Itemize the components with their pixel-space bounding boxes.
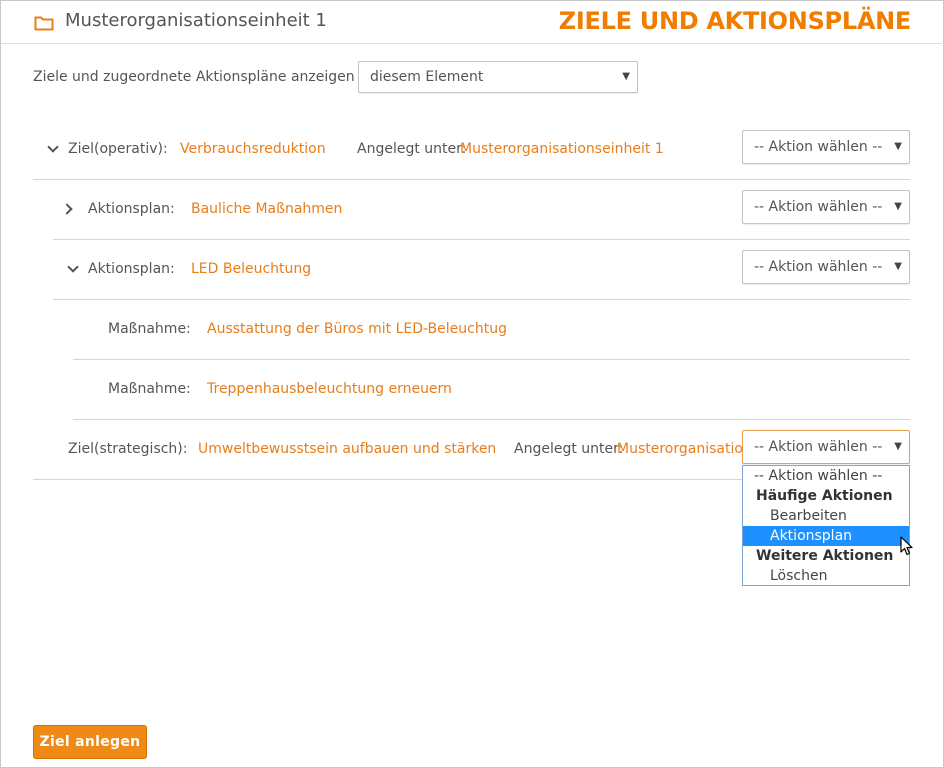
plan-name-link[interactable]: LED Beleuchtung <box>191 261 311 277</box>
goal-name-link[interactable]: Umweltbewusstsein aufbauen und stärken <box>198 441 496 457</box>
measure-name-link[interactable]: Treppenhausbeleuchtung erneuern <box>207 381 452 397</box>
plan-name-link[interactable]: Bauliche Maßnahmen <box>191 201 342 217</box>
action-dropdown-list: -- Aktion wählen -- Häufige Aktionen Bea… <box>742 465 910 586</box>
action-select[interactable]: -- Aktion wählen -- ▼ <box>742 190 910 224</box>
action-select-value: -- Aktion wählen -- <box>754 199 883 215</box>
dropdown-option-edit[interactable]: Bearbeiten <box>743 506 909 526</box>
dropdown-group-more: Weitere Aktionen <box>756 548 894 564</box>
created-under-label: Angelegt unter: <box>357 141 467 157</box>
measure-type-label: Maßnahme: <box>108 381 191 397</box>
plan-type-label: Aktionsplan: <box>88 201 175 217</box>
create-goal-button[interactable]: Ziel anlegen <box>33 725 147 759</box>
action-select[interactable]: -- Aktion wählen -- ▼ <box>742 130 910 164</box>
unit-title: Musterorganisationseinheit 1 <box>65 10 327 31</box>
dropdown-arrow-icon: ▼ <box>622 71 630 82</box>
action-select-value: -- Aktion wählen -- <box>754 139 883 155</box>
goal-type-label: Ziel(strategisch): <box>68 441 188 457</box>
dropdown-arrow-icon: ▼ <box>894 141 902 152</box>
dropdown-option-placeholder[interactable]: -- Aktion wählen -- <box>743 466 909 486</box>
action-select[interactable]: -- Aktion wählen -- ▼ <box>742 250 910 284</box>
row-divider <box>33 479 742 480</box>
filter-label: Ziele und zugeordnete Aktionspläne anzei… <box>33 69 385 85</box>
action-select-value: -- Aktion wählen -- <box>754 259 883 275</box>
dropdown-option-create-plan[interactable]: Aktionsplan anlegen <box>743 526 909 564</box>
dropdown-group-common: Häufige Aktionen <box>756 488 893 504</box>
dropdown-arrow-icon: ▼ <box>894 261 902 272</box>
action-select-value: -- Aktion wählen -- <box>754 439 883 455</box>
mouse-pointer-icon <box>900 536 913 556</box>
measure-type-label: Maßnahme: <box>108 321 191 337</box>
created-under-label: Angelegt unter: <box>514 441 624 457</box>
row-divider <box>53 239 910 240</box>
row-divider <box>53 299 910 300</box>
folder-icon <box>34 16 54 31</box>
goal-name-link[interactable]: Verbrauchsreduktion <box>180 141 326 157</box>
action-select-open[interactable]: -- Aktion wählen -- ▼ <box>742 430 910 464</box>
row-divider <box>73 359 910 360</box>
created-under-link[interactable]: Musterorganisationseinheit 1 <box>460 141 664 157</box>
goal-type-label: Ziel(operativ): <box>68 141 168 157</box>
measure-name-link[interactable]: Ausstattung der Büros mit LED-Beleuchtug <box>207 321 507 337</box>
dropdown-option-delete[interactable]: Löschen <box>743 566 909 586</box>
page-title: ZIELE UND AKTIONSPLÄNE <box>558 7 912 35</box>
header-divider <box>0 43 942 44</box>
row-divider <box>73 419 910 420</box>
row-divider <box>33 179 910 180</box>
filter-select[interactable]: diesem Element ▼ <box>358 61 638 93</box>
plan-type-label: Aktionsplan: <box>88 261 175 277</box>
filter-select-value: diesem Element <box>370 69 484 85</box>
created-under-link[interactable]: Musterorganisation <box>617 441 742 457</box>
dropdown-arrow-icon: ▼ <box>894 441 902 452</box>
dropdown-arrow-icon: ▼ <box>894 201 902 212</box>
